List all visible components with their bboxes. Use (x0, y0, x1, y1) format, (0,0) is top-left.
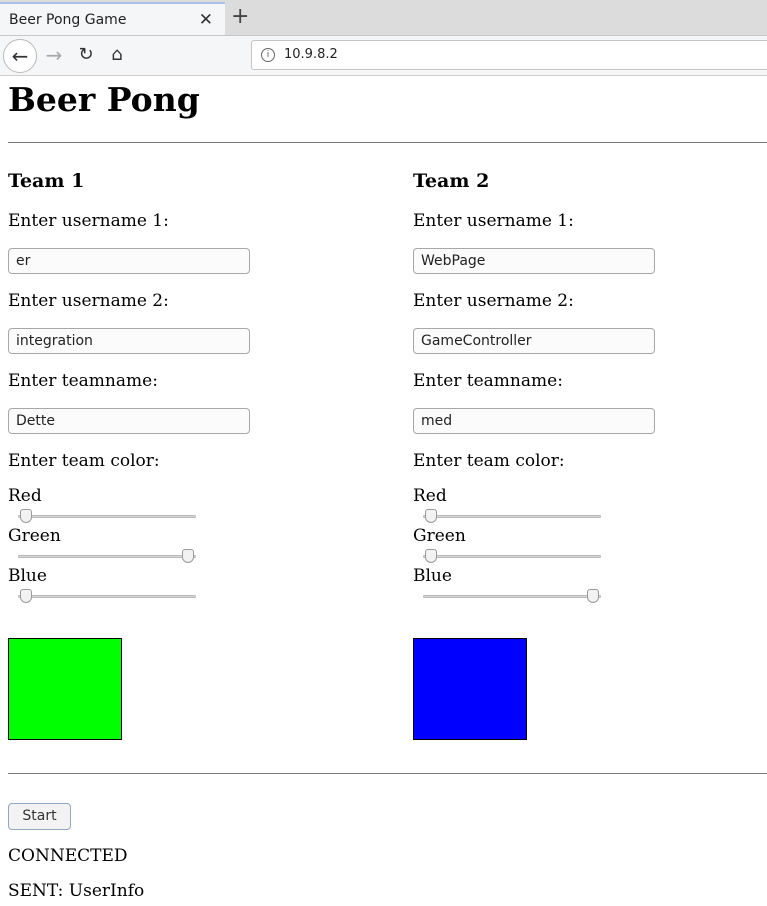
back-arrow-icon[interactable]: ← (3, 39, 37, 73)
address-bar[interactable]: i 10.9.8.2 (251, 40, 767, 70)
tab-bar: Beer Pong Game ✕ + (0, 0, 767, 36)
divider (8, 142, 767, 143)
navigation-bar: ← → ↻ ⌂ i 10.9.8.2 (0, 36, 767, 76)
slider-track (18, 595, 196, 598)
blue-label: Blue (8, 566, 47, 586)
username1-label: Enter username 1: (8, 211, 169, 231)
slider-track (423, 595, 601, 598)
teamname-input[interactable] (413, 408, 655, 434)
username2-input[interactable] (8, 328, 250, 354)
slider-thumb[interactable] (20, 509, 32, 523)
page-title: Beer Pong (8, 80, 200, 119)
color-swatch (8, 638, 122, 740)
team-heading: Team 1 (8, 170, 85, 192)
teamname-label: Enter teamname: (413, 371, 563, 391)
close-icon[interactable]: ✕ (199, 10, 213, 30)
green-slider[interactable] (423, 549, 601, 563)
slider-thumb[interactable] (587, 589, 599, 603)
slider-track (18, 555, 196, 558)
red-label: Red (8, 486, 42, 506)
url-text[interactable]: 10.9.8.2 (284, 47, 338, 62)
blue-label: Blue (413, 566, 452, 586)
teamname-label: Enter teamname: (8, 371, 158, 391)
username1-input[interactable] (413, 248, 655, 274)
blue-slider[interactable] (18, 589, 196, 603)
start-button[interactable]: Start (8, 803, 71, 830)
divider (8, 773, 767, 774)
team-color-label: Enter team color: (413, 451, 565, 471)
username2-label: Enter username 2: (8, 291, 169, 311)
slider-track (423, 515, 601, 518)
new-tab-icon[interactable]: + (231, 4, 249, 29)
username2-label: Enter username 2: (413, 291, 574, 311)
red-label: Red (413, 486, 447, 506)
sent-status: SENT: UserInfo (8, 881, 145, 901)
slider-thumb[interactable] (182, 549, 194, 563)
green-slider[interactable] (18, 549, 196, 563)
slider-track (18, 515, 196, 518)
team-color-label: Enter team color: (8, 451, 160, 471)
connection-status: CONNECTED (8, 846, 128, 866)
teamname-input[interactable] (8, 408, 250, 434)
color-swatch (413, 638, 527, 740)
reload-icon[interactable]: ↻ (70, 39, 102, 71)
blue-slider[interactable] (423, 589, 601, 603)
info-icon[interactable]: i (261, 48, 275, 62)
tab-title: Beer Pong Game (9, 12, 127, 28)
slider-thumb[interactable] (425, 549, 437, 563)
username1-input[interactable] (8, 248, 250, 274)
red-slider[interactable] (423, 509, 601, 523)
slider-thumb[interactable] (425, 509, 437, 523)
team-heading: Team 2 (413, 170, 490, 192)
username2-input[interactable] (413, 328, 655, 354)
forward-arrow-icon[interactable]: → (38, 39, 70, 71)
slider-track (423, 555, 601, 558)
username1-label: Enter username 1: (413, 211, 574, 231)
green-label: Green (8, 526, 61, 546)
home-icon[interactable]: ⌂ (101, 39, 133, 71)
browser-tab[interactable]: Beer Pong Game ✕ (0, 2, 225, 35)
green-label: Green (413, 526, 466, 546)
red-slider[interactable] (18, 509, 196, 523)
slider-thumb[interactable] (20, 589, 32, 603)
